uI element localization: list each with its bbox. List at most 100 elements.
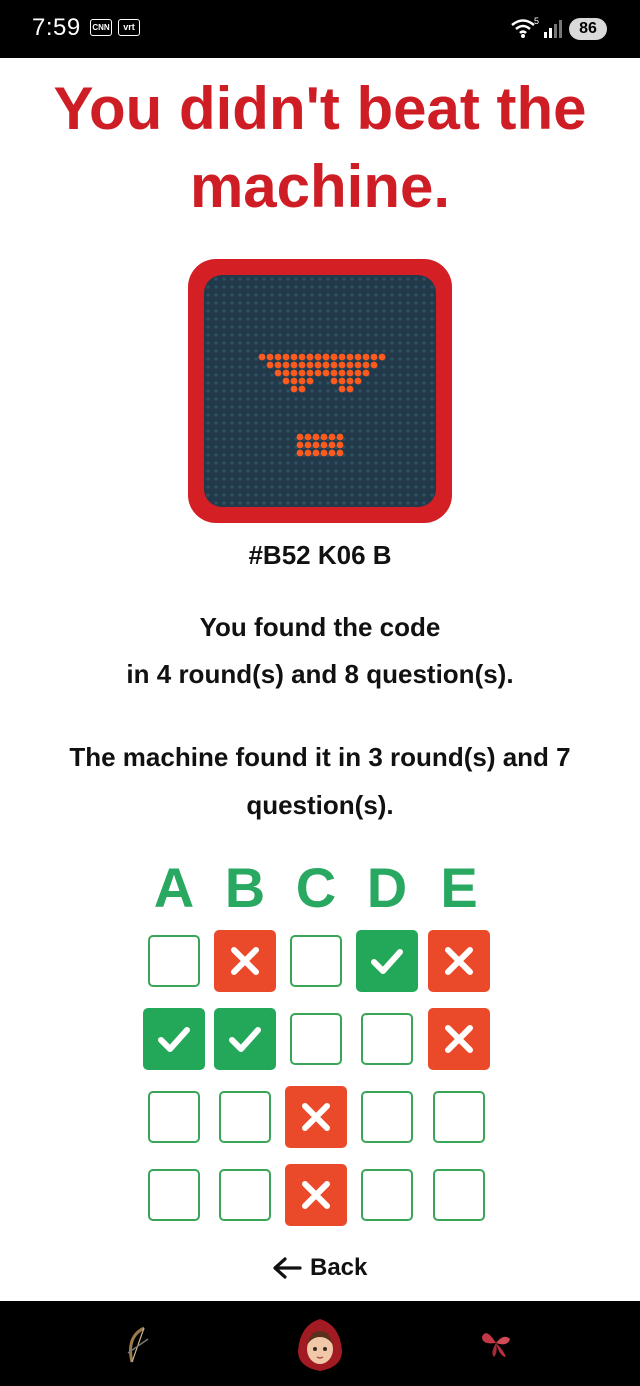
led-dot	[330, 353, 338, 361]
led-dot	[306, 353, 314, 361]
led-dot	[314, 361, 322, 369]
led-dot	[320, 449, 328, 457]
led-dot	[338, 377, 346, 385]
battery-indicator: 86	[569, 18, 607, 40]
led-dot	[320, 433, 328, 441]
led-dot	[346, 353, 354, 361]
column-header-e: E	[440, 856, 478, 919]
cell-empty	[361, 1091, 413, 1143]
led-dot	[346, 361, 354, 369]
wifi-label: 5	[534, 16, 539, 26]
cell-wrong	[285, 1164, 347, 1226]
led-dot	[336, 441, 344, 449]
led-dot	[282, 369, 290, 377]
machine-result-suffix: question(s).	[246, 790, 394, 820]
led-dot	[362, 369, 370, 377]
cell-empty	[433, 1091, 485, 1143]
led-dot	[322, 353, 330, 361]
led-dot	[298, 353, 306, 361]
led-dot	[282, 361, 290, 369]
led-dot	[362, 361, 370, 369]
led-dot	[346, 385, 354, 393]
led-dot	[298, 369, 306, 377]
led-dot	[330, 377, 338, 385]
machine-rounds: 3	[368, 742, 383, 772]
cell-wrong	[428, 1008, 490, 1070]
machine-robot-image	[188, 259, 452, 523]
led-dot	[338, 361, 346, 369]
player-result-suffix: question(s).	[359, 659, 514, 689]
player-result-line-2: in 4 round(s) and 8 question(s).	[0, 657, 640, 691]
cross-icon	[445, 947, 473, 975]
machine-result: The machine found it in 3 round(s) and 7…	[40, 733, 600, 829]
back-label: Back	[310, 1254, 368, 1281]
status-bar: 7:59 CNN vrt 5 86	[0, 0, 640, 58]
cell-empty	[219, 1169, 271, 1221]
led-dot	[314, 369, 322, 377]
led-dot	[306, 369, 314, 377]
cell-empty	[148, 1169, 200, 1221]
led-dot	[296, 449, 304, 457]
led-dot	[266, 353, 274, 361]
led-dot	[328, 441, 336, 449]
arrow-left-icon	[273, 1257, 302, 1279]
headline-line-1: You didn't beat the	[53, 75, 587, 142]
led-dot	[314, 353, 322, 361]
led-dot	[330, 361, 338, 369]
secret-code-label: #B52 K06 B	[248, 540, 392, 570]
led-dot	[296, 441, 304, 449]
cell-empty	[433, 1169, 485, 1221]
led-dot	[338, 385, 346, 393]
cell-wrong	[214, 930, 276, 992]
robot-led-face	[258, 353, 386, 457]
led-dot	[336, 433, 344, 441]
led-dot	[274, 369, 282, 377]
cell-empty	[361, 1013, 413, 1065]
led-dot	[346, 377, 354, 385]
led-dot	[282, 377, 290, 385]
led-dot	[304, 433, 312, 441]
column-header-c: C	[295, 856, 337, 919]
check-icon	[229, 1027, 261, 1052]
led-dot	[298, 361, 306, 369]
result-headline: You didn't beat the machine.	[0, 70, 640, 226]
cell-correct	[214, 1008, 276, 1070]
led-dot	[274, 361, 282, 369]
cross-icon	[445, 1025, 473, 1053]
led-dot	[306, 361, 314, 369]
led-dot	[378, 353, 386, 361]
led-dot	[370, 353, 378, 361]
led-dot	[298, 385, 306, 393]
led-dot	[312, 433, 320, 441]
led-dot	[354, 377, 362, 385]
machine-result-prefix: The machine found it in	[69, 742, 369, 772]
led-dot	[370, 361, 378, 369]
led-dot	[258, 353, 266, 361]
led-dot	[282, 353, 290, 361]
led-dot	[346, 369, 354, 377]
red-riding-hood-avatar-icon[interactable]	[294, 1317, 346, 1373]
led-dot	[312, 449, 320, 457]
bottom-navigation	[0, 1301, 640, 1386]
headline-line-2: machine.	[189, 153, 451, 220]
bow-icon[interactable]	[122, 1325, 156, 1365]
cross-icon	[231, 947, 259, 975]
led-dot	[328, 433, 336, 441]
back-button[interactable]: Back	[272, 1248, 367, 1288]
cell-empty	[219, 1091, 271, 1143]
check-icon	[158, 1027, 190, 1052]
led-dot	[320, 441, 328, 449]
cell-wrong	[285, 1086, 347, 1148]
led-dot	[296, 433, 304, 441]
player-rounds: 4	[156, 659, 172, 689]
cell-empty	[361, 1169, 413, 1221]
angry-robot-face-icon	[204, 275, 436, 507]
led-dot	[354, 353, 362, 361]
signal-icon	[544, 20, 562, 38]
led-dot	[328, 449, 336, 457]
butterfly-icon[interactable]	[478, 1325, 514, 1361]
led-dot	[290, 385, 298, 393]
cell-wrong	[428, 930, 490, 992]
cell-empty	[290, 1013, 342, 1065]
led-dot	[298, 377, 306, 385]
